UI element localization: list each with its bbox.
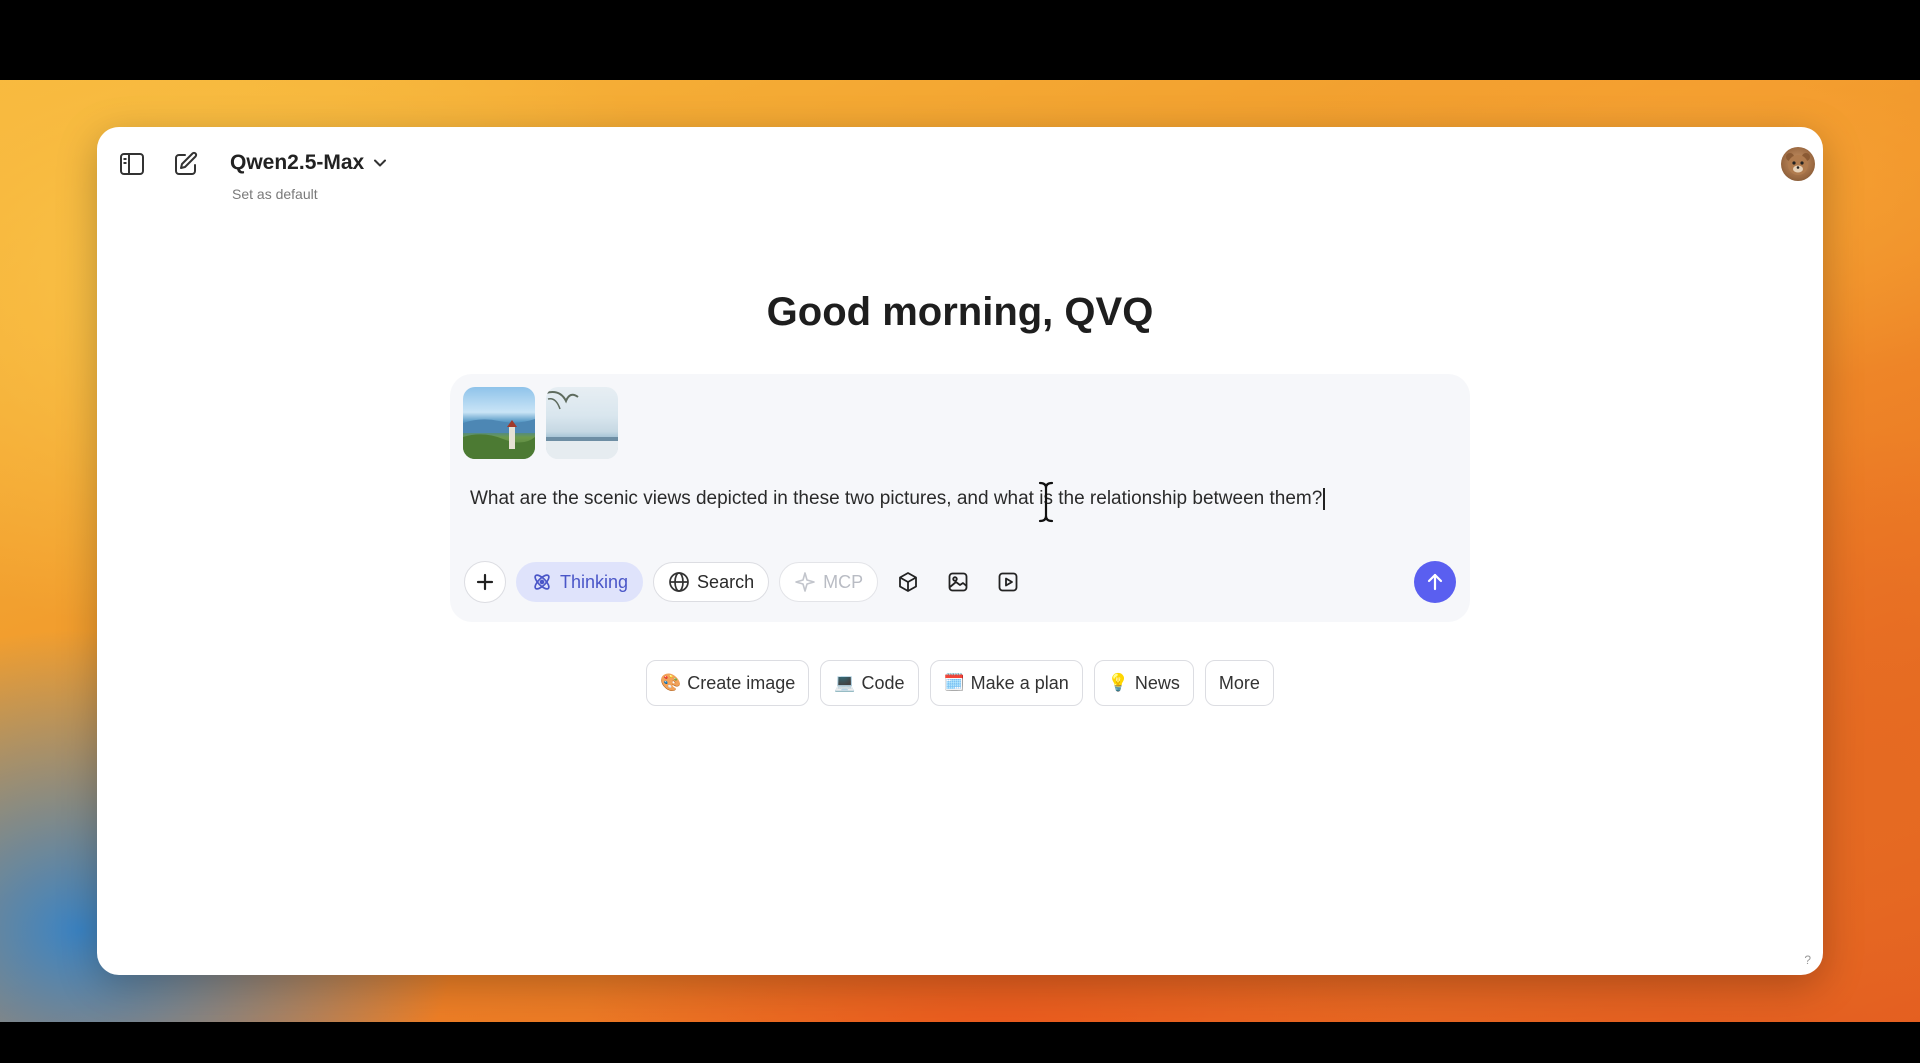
set-as-default-link[interactable]: Set as default [232, 186, 318, 202]
search-toggle[interactable]: Search [653, 562, 770, 602]
image-icon [948, 572, 968, 592]
arrow-up-icon [1427, 573, 1443, 591]
code-chip[interactable]: 💻 Code [820, 660, 919, 706]
thinking-label: Thinking [560, 571, 629, 592]
palette-icon: 🎨 [660, 673, 682, 692]
new-chat-button[interactable] [171, 149, 201, 179]
avatar[interactable] [1781, 147, 1815, 181]
prompt-input[interactable]: What are the scenic views depicted in th… [470, 488, 1325, 510]
news-chip[interactable]: 💡 News [1093, 660, 1194, 706]
prompt-text: What are the scenic views depicted in th… [470, 488, 1323, 510]
video-icon [998, 572, 1018, 592]
attach-button[interactable] [464, 561, 506, 603]
edit-icon [175, 151, 198, 175]
mcp-toggle[interactable]: MCP [779, 562, 879, 602]
lightbulb-icon: 💡 [1107, 673, 1129, 692]
ibeam-cursor-icon [1038, 481, 1054, 523]
sparkle-icon [795, 572, 815, 592]
cube-icon [899, 572, 917, 592]
image-generation-button[interactable] [938, 562, 978, 602]
laptop-icon: 💻 [834, 673, 856, 692]
chip-label: Make a plan [970, 672, 1069, 693]
landscape-image [463, 419, 535, 459]
suggestion-chips: 🎨 Create image 💻 Code 🗓️ Make a plan 💡 N… [97, 660, 1823, 706]
chip-label: Create image [687, 672, 796, 693]
video-generation-button[interactable] [988, 562, 1028, 602]
chat-composer: What are the scenic views depicted in th… [450, 374, 1470, 622]
globe-icon [669, 572, 689, 592]
text-caret [1323, 488, 1325, 510]
plus-icon [476, 573, 494, 591]
search-label: Search [697, 571, 755, 592]
help-button[interactable]: ? [1804, 953, 1811, 967]
more-chip[interactable]: More [1204, 660, 1274, 706]
greeting-title: Good morning, QVQ [766, 290, 1154, 334]
app-window: Qwen2.5-Max Set as default Good morning,… [97, 127, 1823, 975]
send-button[interactable] [1414, 561, 1456, 603]
chip-label: More [1218, 672, 1260, 693]
thinking-toggle[interactable]: Thinking [516, 562, 644, 602]
create-image-chip[interactable]: 🎨 Create image [646, 660, 810, 706]
bear-avatar-icon [1786, 153, 1810, 175]
sidebar-icon [120, 153, 144, 175]
sidebar-toggle-button[interactable] [117, 149, 147, 179]
attached-image-thumbnail[interactable] [546, 387, 618, 459]
composer-toolbar: Thinking Search MCP [464, 561, 1028, 603]
letterbox-top [0, 0, 1920, 80]
make-a-plan-chip[interactable]: 🗓️ Make a plan [929, 660, 1083, 706]
atom-icon [534, 574, 550, 590]
model-name: Qwen2.5-Max [230, 151, 365, 174]
chevron-down-icon [374, 159, 387, 167]
model-selector[interactable]: Qwen2.5-Max [230, 151, 388, 175]
letterbox-bottom [0, 1022, 1920, 1063]
landscape-image [546, 391, 618, 459]
calendar-icon: 🗓️ [943, 673, 965, 692]
attached-image-thumbnail[interactable] [463, 387, 535, 459]
artifacts-button[interactable] [888, 562, 928, 602]
chip-label: News [1134, 672, 1180, 693]
mcp-label: MCP [823, 571, 864, 592]
chip-label: Code [861, 672, 905, 693]
